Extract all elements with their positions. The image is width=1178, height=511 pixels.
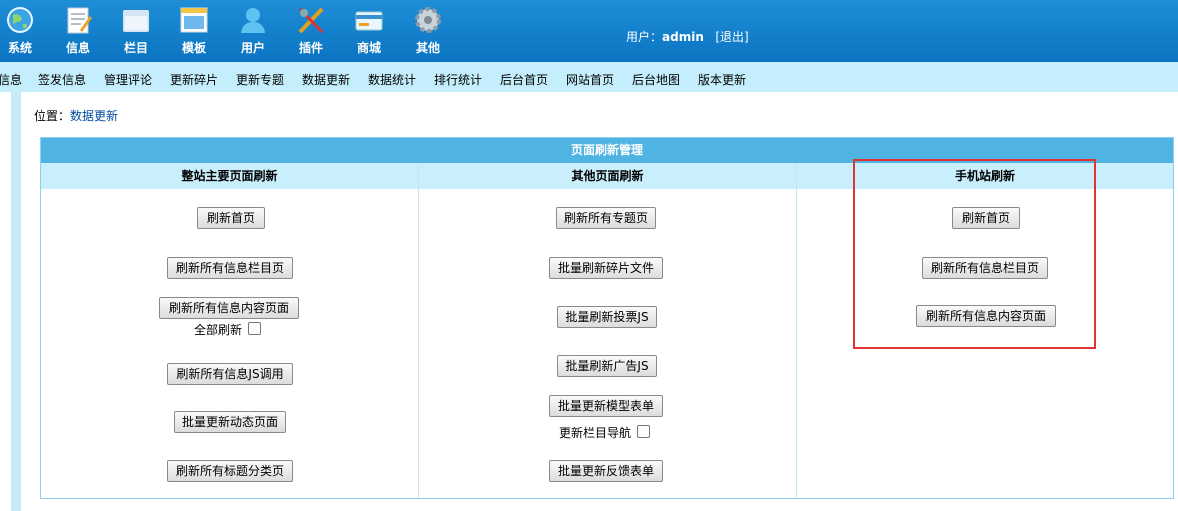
menu-item[interactable]: 后台首页 bbox=[500, 71, 548, 88]
folder-icon bbox=[123, 10, 149, 32]
refresh-home-button[interactable]: 刷新首页 bbox=[197, 207, 265, 229]
user-prefix: 用户： bbox=[626, 30, 663, 44]
nav-template[interactable]: 模板 bbox=[168, 4, 220, 55]
nav-plugin[interactable]: 插件 bbox=[285, 4, 337, 55]
highlight-box bbox=[853, 159, 1096, 349]
nav-label: 插件 bbox=[298, 41, 323, 55]
user-info: 用户：admin [退出] bbox=[626, 28, 749, 45]
left-frame-border bbox=[11, 92, 21, 511]
col-header-main: 整站主要页面刷新 bbox=[41, 163, 418, 189]
username: admin bbox=[662, 30, 704, 44]
update-nav-checkbox-row[interactable]: 更新栏目导航 bbox=[559, 424, 651, 441]
update-nav-checkbox[interactable] bbox=[637, 425, 651, 438]
refresh-all-checkbox[interactable] bbox=[248, 322, 262, 335]
breadcrumb: 位置：数据更新 bbox=[34, 107, 118, 124]
menu-item[interactable]: 版本更新 bbox=[698, 71, 746, 88]
menu-item[interactable]: 排行统计 bbox=[434, 71, 482, 88]
nav-other[interactable]: 其他 bbox=[402, 4, 454, 55]
user-icon bbox=[241, 8, 265, 33]
window-icon bbox=[180, 7, 208, 33]
refresh-ad-js-button[interactable]: 批量刷新广告JS bbox=[557, 355, 657, 377]
menu-item[interactable]: 信息 bbox=[0, 71, 22, 88]
col-header-other: 其他页面刷新 bbox=[419, 163, 796, 189]
logout-link[interactable]: [退出] bbox=[715, 30, 748, 44]
tools-icon bbox=[298, 7, 324, 34]
globe-icon bbox=[7, 7, 33, 33]
column-divider bbox=[418, 163, 419, 498]
breadcrumb-link[interactable]: 数据更新 bbox=[70, 109, 118, 123]
refresh-vote-js-button[interactable]: 批量刷新投票JS bbox=[557, 306, 657, 328]
menu-item[interactable]: 签发信息 bbox=[38, 71, 86, 88]
refresh-content-pages-button[interactable]: 刷新所有信息内容页面 bbox=[159, 297, 299, 319]
breadcrumb-prefix: 位置： bbox=[34, 109, 71, 123]
refresh-columns-button[interactable]: 刷新所有信息栏目页 bbox=[167, 257, 293, 279]
menu-item[interactable]: 更新专题 bbox=[236, 71, 284, 88]
nav-label: 用户 bbox=[240, 41, 265, 55]
nav-column[interactable]: 栏目 bbox=[110, 4, 162, 55]
update-feedback-forms-button[interactable]: 批量更新反馈表单 bbox=[549, 460, 663, 482]
menu-item[interactable]: 数据更新 bbox=[302, 71, 350, 88]
nav-label: 其他 bbox=[415, 41, 440, 55]
refresh-all-checkbox-row[interactable]: 全部刷新 bbox=[194, 321, 262, 338]
refresh-all-label: 全部刷新 bbox=[194, 323, 243, 337]
update-nav-label: 更新栏目导航 bbox=[559, 426, 632, 440]
menu-item[interactable]: 更新碎片 bbox=[170, 71, 218, 88]
nav-label: 商城 bbox=[356, 41, 381, 55]
nav-label: 模板 bbox=[181, 41, 206, 55]
refresh-js-button[interactable]: 刷新所有信息JS调用 bbox=[167, 363, 293, 385]
notepad-icon bbox=[67, 7, 92, 34]
menu-item[interactable]: 后台地图 bbox=[632, 71, 680, 88]
refresh-specials-button[interactable]: 刷新所有专题页 bbox=[556, 207, 656, 229]
nav-label: 信息 bbox=[65, 41, 90, 55]
card-icon bbox=[355, 11, 383, 31]
menu-item[interactable]: 网站首页 bbox=[566, 71, 614, 88]
nav-shop[interactable]: 商城 bbox=[343, 4, 395, 55]
menu-item[interactable]: 数据统计 bbox=[368, 71, 416, 88]
sub-menu-bar: 信息 签发信息 管理评论 更新碎片 更新专题 数据更新 数据统计 排行统计 后台… bbox=[0, 62, 1178, 92]
update-model-forms-button[interactable]: 批量更新模型表单 bbox=[549, 395, 663, 417]
nav-info[interactable]: 信息 bbox=[52, 4, 104, 55]
refresh-fragments-button[interactable]: 批量刷新碎片文件 bbox=[549, 257, 663, 279]
menu-item[interactable]: 管理评论 bbox=[104, 71, 152, 88]
nav-user[interactable]: 用户 bbox=[227, 4, 279, 55]
update-dynamic-pages-button[interactable]: 批量更新动态页面 bbox=[174, 411, 286, 433]
nav-label: 系统 bbox=[7, 41, 32, 55]
refresh-title-class-button[interactable]: 刷新所有标题分类页 bbox=[167, 460, 293, 482]
nav-system[interactable]: 系统 bbox=[0, 4, 46, 55]
top-bar: 系统 信息 栏目 模板 用户 插件 商城 其他 用户：admin [退出] bbox=[0, 0, 1178, 62]
nav-label: 栏目 bbox=[123, 41, 148, 55]
gear-icon bbox=[415, 7, 441, 33]
column-divider bbox=[796, 163, 797, 498]
